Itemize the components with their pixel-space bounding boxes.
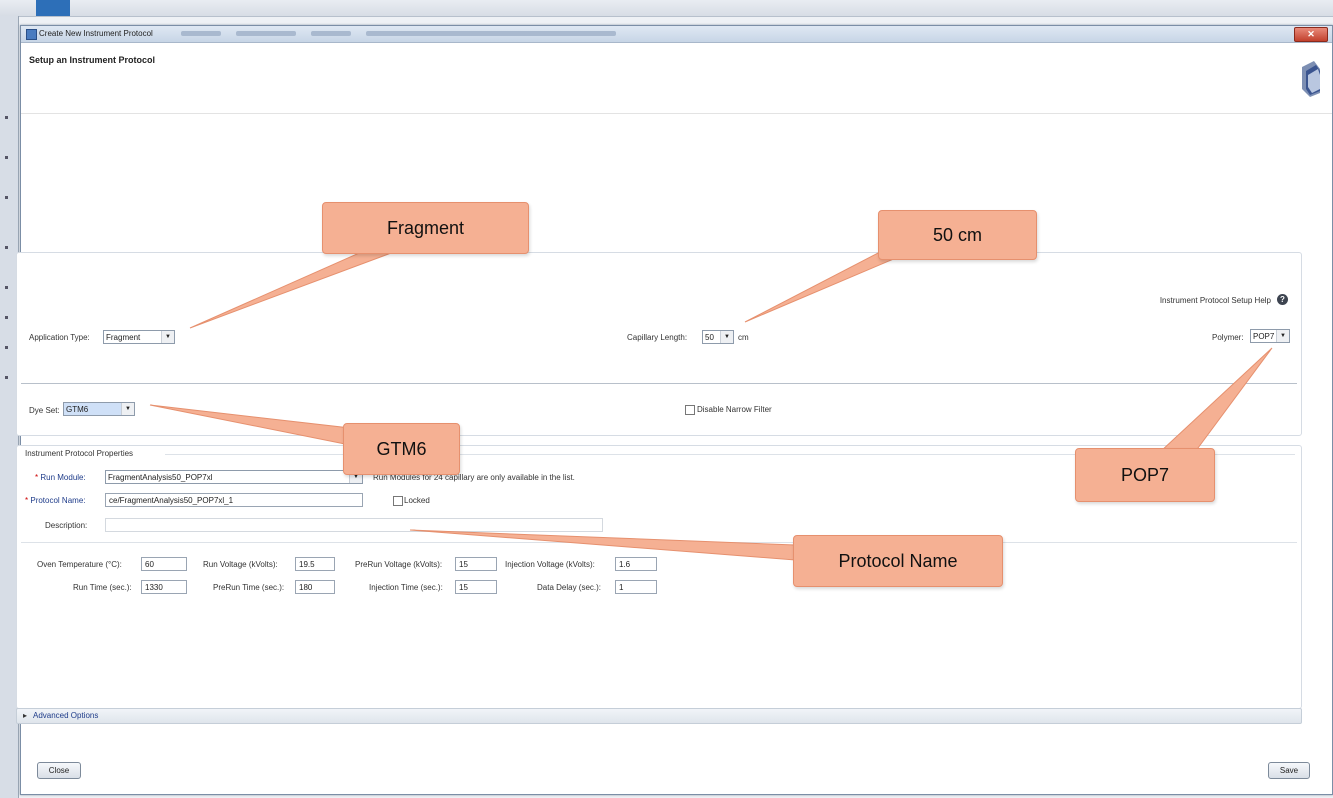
injection-voltage-input[interactable]: 1.6 [615, 557, 657, 571]
application-type-label: Application Type: [29, 333, 90, 342]
length-callout: 50 cm [878, 210, 1037, 260]
capillary-length-unit: cm [738, 333, 749, 342]
required-marker: * [35, 473, 39, 482]
gtm6-callout: GTM6 [343, 423, 460, 475]
page-title: Setup an Instrument Protocol [29, 55, 156, 65]
settings-panel: Instrument Protocol Setup Help ? Applica… [16, 252, 1302, 436]
dye-set-value: GTM6 [66, 405, 89, 414]
data-delay-label: Data Delay (sec.): [537, 583, 602, 592]
capillary-length-select[interactable]: 50 ▼ [702, 330, 734, 344]
app-icon [26, 29, 37, 40]
run-voltage-input[interactable]: 19.5 [295, 557, 335, 571]
prerun-time-label: PreRun Time (sec.): [213, 583, 285, 592]
locked-checkbox[interactable] [393, 496, 403, 506]
dye-set-label: Dye Set: [29, 406, 60, 415]
description-label: Description: [45, 521, 88, 530]
chevron-down-icon: ▼ [1276, 330, 1289, 342]
strip-marker [5, 196, 8, 199]
injection-time-label: Injection Time (sec.): [369, 583, 443, 592]
taskbar-app-tab[interactable] [36, 0, 70, 16]
polymer-label: Polymer: [1212, 333, 1244, 342]
polymer-select[interactable]: POP7 ▼ [1250, 329, 1290, 343]
strip-marker [5, 246, 8, 249]
fragment-callout: Fragment [322, 202, 529, 254]
capillary-length-value: 50 [705, 333, 714, 342]
strip-marker [5, 156, 8, 159]
help-link[interactable]: Instrument Protocol Setup Help [1160, 296, 1271, 305]
run-time-label: Run Time (sec.): [73, 583, 132, 592]
injection-time-input[interactable]: 15 [455, 580, 497, 594]
prerun-voltage-input[interactable]: 15 [455, 557, 497, 571]
protocol-name-input[interactable]: ce/FragmentAnalysis50_POP7xl_1 [105, 493, 363, 507]
dye-set-select[interactable]: GTM6 ▼ [63, 402, 135, 416]
disable-narrow-filter-label: Disable Narrow Filter [697, 405, 772, 414]
dialog-titlebar: Create New Instrument Protocol ✕ [21, 26, 1332, 43]
polymer-value: POP7 [1253, 332, 1275, 341]
toolbar-placeholder [311, 31, 351, 36]
close-button[interactable]: Close [37, 762, 81, 779]
properties-section-title: Instrument Protocol Properties [25, 449, 134, 458]
toolbar-placeholder [236, 31, 296, 36]
run-module-label: * Run Module: [35, 473, 86, 482]
strip-marker [5, 346, 8, 349]
window-close-button[interactable]: ✕ [1294, 27, 1328, 42]
chevron-right-icon: ▸ [23, 711, 28, 720]
locked-label: Locked [404, 496, 430, 505]
oven-temp-input[interactable]: 60 [141, 557, 187, 571]
strip-marker [5, 116, 8, 119]
pop7-callout: POP7 [1075, 448, 1215, 502]
application-type-select[interactable]: Fragment ▼ [103, 330, 175, 344]
required-marker: * [25, 496, 29, 505]
advanced-options-bar[interactable]: ▸ Advanced Options [16, 708, 1302, 724]
application-type-value: Fragment [106, 333, 141, 342]
toolbar-placeholder [181, 31, 221, 36]
protocol-name-label: * Protocol Name: [25, 496, 86, 505]
chevron-down-icon: ▼ [121, 403, 134, 415]
oven-temp-label: Oven Temperature (°C): [37, 560, 122, 569]
disable-narrow-filter-checkbox[interactable] [685, 405, 695, 415]
description-input[interactable] [105, 518, 603, 532]
run-voltage-label: Run Voltage (kVolts): [203, 560, 278, 569]
toolbar-placeholder [366, 31, 616, 36]
dialog-title: Create New Instrument Protocol [39, 29, 153, 38]
capillary-length-label: Capillary Length: [627, 333, 688, 342]
dialog-header: Setup an Instrument Protocol [21, 43, 1332, 114]
run-module-label-text: Run Module: [40, 473, 86, 482]
strip-marker [5, 286, 8, 289]
top-taskbar [0, 0, 1333, 17]
software-logo-icon [1302, 61, 1320, 97]
chevron-down-icon: ▼ [161, 331, 174, 343]
protocol-name-callout: Protocol Name [793, 535, 1003, 587]
protocol-name-label-text: Protocol Name: [30, 496, 86, 505]
run-module-value: FragmentAnalysis50_POP7xl [108, 473, 213, 482]
divider [21, 383, 1297, 384]
injection-voltage-label: Injection Voltage (kVolts): [505, 560, 595, 569]
run-module-select[interactable]: FragmentAnalysis50_POP7xl ▼ [105, 470, 363, 484]
strip-marker [5, 316, 8, 319]
prerun-time-input[interactable]: 180 [295, 580, 335, 594]
run-time-input[interactable]: 1330 [141, 580, 187, 594]
strip-marker [5, 376, 8, 379]
data-delay-input[interactable]: 1 [615, 580, 657, 594]
chevron-down-icon: ▼ [720, 331, 733, 343]
advanced-options-label: Advanced Options [33, 711, 99, 720]
prerun-voltage-label: PreRun Voltage (kVolts): [355, 560, 443, 569]
divider [21, 542, 1297, 543]
save-button[interactable]: Save [1268, 762, 1310, 779]
help-icon[interactable]: ? [1277, 294, 1288, 305]
